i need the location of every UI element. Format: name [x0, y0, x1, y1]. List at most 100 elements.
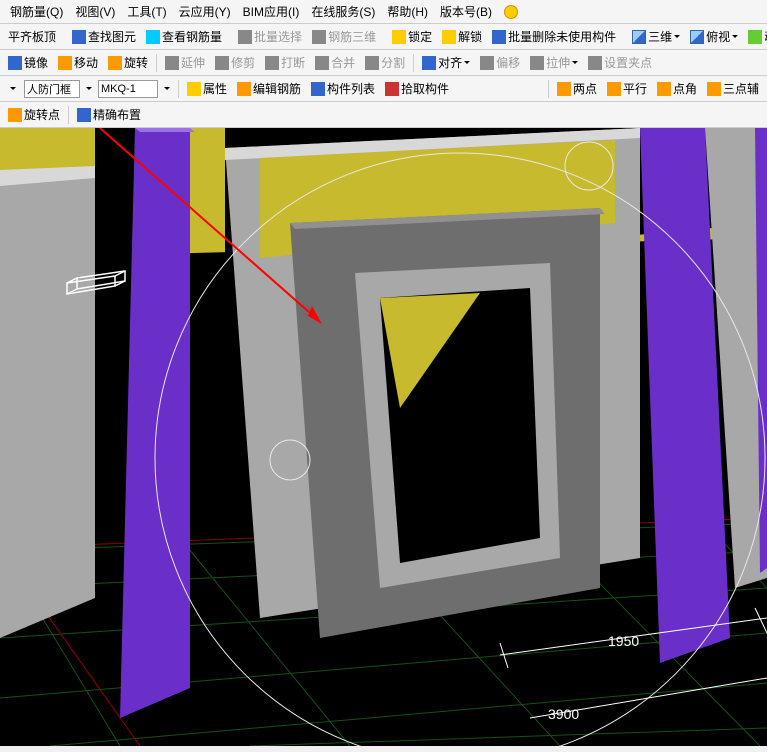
- split-button[interactable]: 分割: [361, 52, 409, 73]
- rebar-3d-icon: [312, 30, 326, 44]
- find-element-button[interactable]: 查找图元: [68, 26, 140, 47]
- grip-label: 设置夹点: [604, 54, 652, 71]
- dynamic-button[interactable]: 动态: [744, 26, 767, 47]
- edit-rebar-icon: [237, 82, 251, 96]
- flat-top-button[interactable]: 平齐板顶: [4, 26, 60, 47]
- unlock-button[interactable]: 解锁: [438, 26, 486, 47]
- pointangle-label: 点角: [673, 80, 697, 97]
- unlock-label: 解锁: [458, 28, 482, 45]
- toolbar-1: 平齐板顶 查找图元 查看钢筋量 批量选择 钢筋三维 锁定 解锁 批量删除未使用构…: [0, 24, 767, 50]
- chevron-down-icon: [674, 35, 680, 38]
- binoculars-icon: [72, 30, 86, 44]
- stretch-icon: [530, 56, 544, 70]
- trim-icon: [215, 56, 229, 70]
- menu-rebar[interactable]: 钢筋量(Q): [4, 1, 69, 22]
- grip-icon: [588, 56, 602, 70]
- menu-version[interactable]: 版本号(B): [434, 1, 498, 22]
- mirror-icon: [8, 56, 22, 70]
- rotate-icon: [108, 56, 122, 70]
- pick-label: 拾取构件: [401, 80, 449, 97]
- chevron-down-icon[interactable]: [164, 87, 170, 90]
- batch-select-button[interactable]: 批量选择: [234, 26, 306, 47]
- offset-label: 偏移: [496, 54, 520, 71]
- gap-1: [95, 128, 135, 288]
- attribute-button[interactable]: 属性: [183, 78, 231, 99]
- chevron-down-icon[interactable]: [10, 87, 16, 90]
- menu-online[interactable]: 在线服务(S): [305, 1, 381, 22]
- view-rebar-button[interactable]: 查看钢筋量: [142, 26, 226, 47]
- chevron-down-icon: [464, 61, 470, 64]
- component-list-button[interactable]: 构件列表: [307, 78, 379, 99]
- separator: [156, 54, 157, 72]
- lock-button[interactable]: 锁定: [388, 26, 436, 47]
- lock-icon: [392, 30, 406, 44]
- persp-icon: [690, 30, 704, 44]
- chevron-down-icon: [732, 35, 738, 38]
- two-point-button[interactable]: 两点: [553, 78, 601, 99]
- break-label: 打断: [281, 54, 305, 71]
- view-3d-button[interactable]: 三维: [628, 26, 684, 47]
- batch-del-label: 批量删除未使用构件: [508, 28, 616, 45]
- brush-icon: [492, 30, 506, 44]
- extend-icon: [165, 56, 179, 70]
- rotatepoint-label: 旋转点: [24, 106, 60, 123]
- glasses-icon: [146, 30, 160, 44]
- view-3d-label: 三维: [648, 28, 672, 45]
- set-grip-button[interactable]: 设置夹点: [584, 52, 656, 73]
- merge-button[interactable]: 合并: [311, 52, 359, 73]
- dynamic-icon: [748, 30, 762, 44]
- align-button[interactable]: 对齐: [418, 52, 474, 73]
- menu-tools[interactable]: 工具(T): [121, 1, 172, 22]
- trim-button[interactable]: 修剪: [211, 52, 259, 73]
- chevron-down-icon[interactable]: [86, 87, 92, 90]
- wall-panel-left: [0, 173, 95, 638]
- rebar-3d-label: 钢筋三维: [328, 28, 376, 45]
- move-label: 移动: [74, 54, 98, 71]
- separator: [68, 106, 69, 124]
- batch-sel-label: 批量选择: [254, 28, 302, 45]
- rotate-point-button[interactable]: 旋转点: [4, 104, 64, 125]
- mirror-button[interactable]: 镜像: [4, 52, 52, 73]
- viewport-3d[interactable]: 1950 3900: [0, 128, 767, 746]
- pick-icon: [385, 82, 399, 96]
- perspective-button[interactable]: 俯视: [686, 26, 742, 47]
- stretch-button[interactable]: 拉伸: [526, 52, 582, 73]
- menu-bim[interactable]: BIM应用(I): [237, 1, 306, 22]
- menu-cloud[interactable]: 云应用(Y): [173, 1, 237, 22]
- edit-rebar-button[interactable]: 编辑钢筋: [233, 78, 305, 99]
- smiley-icon[interactable]: [504, 5, 518, 19]
- parallel-label: 平行: [623, 80, 647, 97]
- rotate-button[interactable]: 旋转: [104, 52, 152, 73]
- persp-label: 俯视: [706, 28, 730, 45]
- category-value: 人防门框: [27, 81, 71, 97]
- precise-icon: [77, 108, 91, 122]
- move-button[interactable]: 移动: [54, 52, 102, 73]
- rotate-point-icon: [8, 108, 22, 122]
- parallel-button[interactable]: 平行: [603, 78, 651, 99]
- align-label: 对齐: [438, 54, 462, 71]
- component-dropdown[interactable]: MKQ-1: [98, 80, 158, 98]
- merge-icon: [315, 56, 329, 70]
- menu-view[interactable]: 视图(V): [69, 1, 121, 22]
- component-value: MKQ-1: [101, 83, 136, 95]
- rebar-3d-button[interactable]: 钢筋三维: [308, 26, 380, 47]
- category-dropdown[interactable]: 人防门框: [24, 80, 80, 98]
- view-rebar-label: 查看钢筋量: [162, 28, 222, 45]
- trim-label: 修剪: [231, 54, 255, 71]
- three-point-button[interactable]: 三点辅: [703, 78, 763, 99]
- extend-button[interactable]: 延伸: [161, 52, 209, 73]
- dimension-2: 3900: [548, 706, 579, 722]
- point-angle-button[interactable]: 点角: [653, 78, 701, 99]
- separator: [178, 80, 179, 98]
- menu-bar: 钢筋量(Q) 视图(V) 工具(T) 云应用(Y) BIM应用(I) 在线服务(…: [0, 0, 767, 24]
- pick-component-button[interactable]: 拾取构件: [381, 78, 453, 99]
- break-button[interactable]: 打断: [261, 52, 309, 73]
- precise-label: 精确布置: [93, 106, 141, 123]
- point-angle-icon: [657, 82, 671, 96]
- offset-button[interactable]: 偏移: [476, 52, 524, 73]
- column-1-top: [135, 128, 195, 132]
- two-point-icon: [557, 82, 571, 96]
- menu-help[interactable]: 帮助(H): [381, 1, 434, 22]
- precise-place-button[interactable]: 精确布置: [73, 104, 145, 125]
- batch-delete-button[interactable]: 批量删除未使用构件: [488, 26, 620, 47]
